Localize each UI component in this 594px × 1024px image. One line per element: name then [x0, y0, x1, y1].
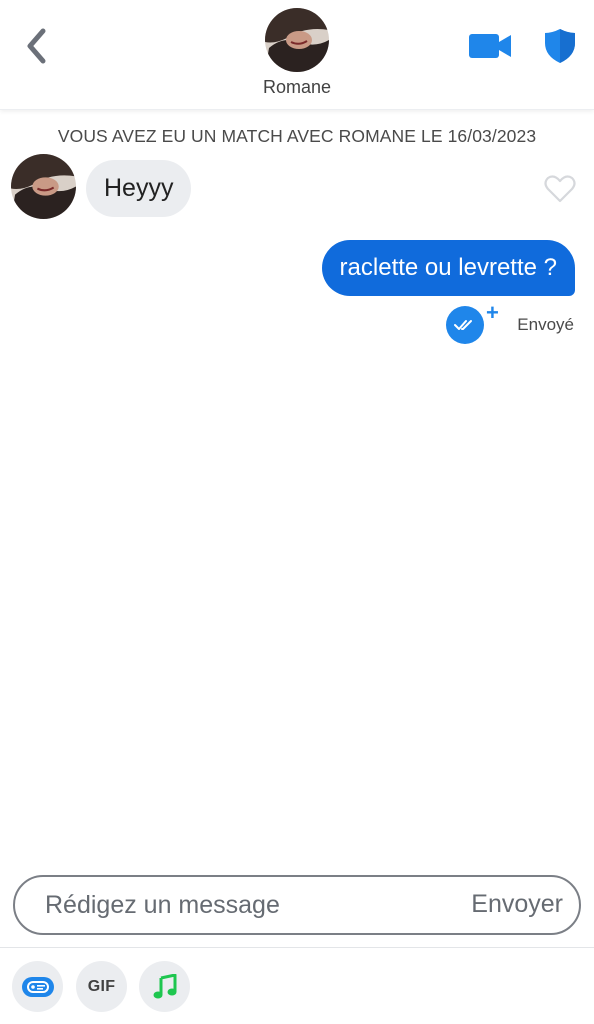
- message-text: raclette ou levrette ?: [339, 254, 557, 281]
- read-receipt-button[interactable]: [446, 306, 484, 344]
- chevron-left-icon: [27, 28, 46, 64]
- gif-button[interactable]: GIF: [76, 961, 127, 1012]
- music-note-icon: [153, 973, 176, 998]
- safety-button[interactable]: [538, 24, 582, 68]
- music-button[interactable]: [139, 961, 190, 1012]
- avatar-photo: [11, 154, 76, 219]
- chat-header: Romane: [0, 0, 594, 110]
- incoming-message-bubble[interactable]: Heyyy: [86, 160, 192, 217]
- video-call-button[interactable]: [466, 28, 514, 64]
- avatar-photo: [265, 8, 329, 72]
- plus-icon[interactable]: +: [486, 302, 499, 324]
- contact-name[interactable]: Romane: [0, 77, 594, 98]
- message-status: Envoyé: [517, 315, 574, 334]
- match-banner: VOUS AVEZ EU UN MATCH AVEC ROMANE LE 16/…: [57, 126, 537, 146]
- outgoing-message-bubble[interactable]: raclette ou levrette ?: [321, 240, 575, 296]
- shield-icon: [545, 29, 575, 63]
- sticker-icon: [21, 976, 54, 997]
- double-check-icon: [454, 320, 472, 330]
- message-text: Heyyy: [104, 174, 174, 202]
- sticker-button[interactable]: [12, 961, 63, 1012]
- message-composer: Envoyer: [13, 875, 581, 935]
- message-input[interactable]: [45, 887, 445, 923]
- like-message-button[interactable]: [542, 172, 578, 206]
- gif-icon: GIF: [87, 977, 116, 995]
- sender-avatar[interactable]: [11, 154, 76, 219]
- back-button[interactable]: [18, 24, 54, 68]
- contact-avatar[interactable]: [265, 8, 329, 72]
- toolbar-divider: [0, 947, 594, 948]
- send-button[interactable]: Envoyer: [471, 890, 563, 919]
- heart-outline-icon: [544, 175, 576, 203]
- video-camera-icon: [469, 34, 511, 58]
